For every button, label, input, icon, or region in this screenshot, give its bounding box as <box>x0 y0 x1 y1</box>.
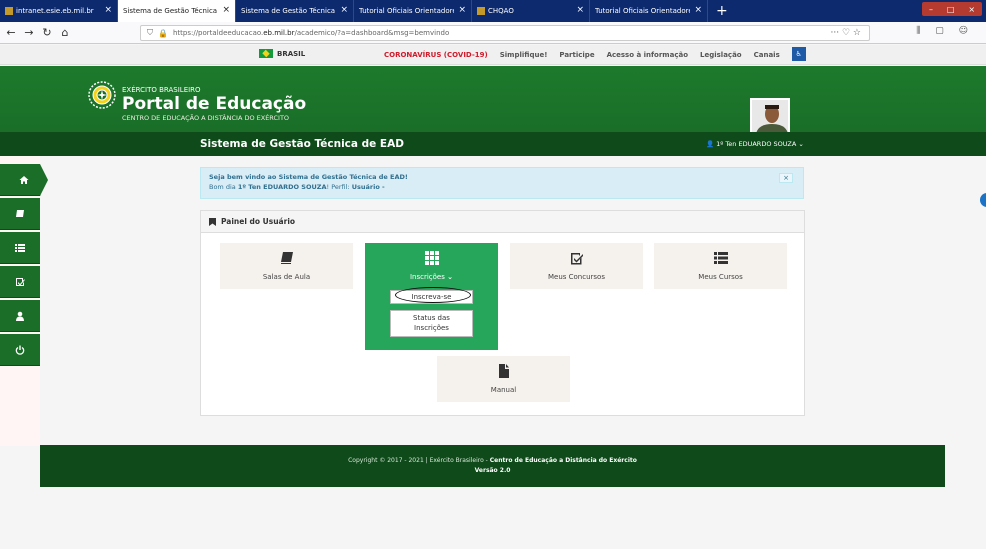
browser-tab-1[interactable]: intranet.esie.eb.mil.br × <box>0 0 118 22</box>
close-alert-button[interactable]: × <box>779 173 793 183</box>
home-icon <box>19 175 29 184</box>
url-bar[interactable]: ⛉ 🔒 https://portaldeeducacao. eb.mil.br/a… <box>140 25 870 41</box>
panel-title: Painel do Usuário <box>221 217 296 226</box>
favicon-icon <box>5 7 13 15</box>
file-icon <box>498 364 509 378</box>
avatar-photo <box>752 100 788 132</box>
page-actions-icon[interactable]: ··· ♡ ☆ <box>831 28 861 38</box>
shield-icon: ⛉ <box>147 28 153 37</box>
toolbar-icons[interactable]: ⫼ ▢ ☺ <box>916 26 974 36</box>
browser-tab-3[interactable]: Sistema de Gestão Técnica de EAD× <box>236 0 354 22</box>
footer: Copyright © 2017 - 2021 | Exército Brasi… <box>40 445 945 487</box>
list-icon <box>15 243 25 252</box>
close-icon[interactable]: × <box>694 5 702 15</box>
welcome-alert: Seja bem vindo ao Sistema de Gestão Técn… <box>200 167 804 199</box>
book-icon <box>16 209 24 218</box>
floating-help-button[interactable] <box>980 193 986 207</box>
sidebar-item-home[interactable] <box>0 164 48 196</box>
army-crest-icon <box>88 81 116 109</box>
minimize-icon[interactable]: – <box>929 5 933 14</box>
chevron-down-icon: ⌄ <box>798 140 804 148</box>
close-icon[interactable]: × <box>222 5 230 15</box>
forward-icon[interactable]: → <box>22 26 36 39</box>
sidebar <box>0 156 48 446</box>
system-title: Sistema de Gestão Técnica de EAD <box>200 138 404 150</box>
gov-bar: BRASIL CORONAVÍRUS (COVID-19) Simplifiqu… <box>0 45 986 65</box>
simplifique-link[interactable]: Simplifique! <box>500 51 548 61</box>
user-icon <box>16 311 24 321</box>
sidebar-item-concursos[interactable] <box>0 266 40 298</box>
bookmark-icon <box>209 217 216 226</box>
legislacao-link[interactable]: Legislação <box>700 51 742 61</box>
sidebar-item-sair[interactable] <box>0 334 40 366</box>
close-icon[interactable]: × <box>458 5 466 15</box>
canais-link[interactable]: Canais <box>754 51 780 61</box>
portal-subtitle: CENTRO DE EDUCAÇÃO A DISTÂNCIA DO EXÉRCI… <box>122 114 290 122</box>
browser-tab-4[interactable]: Tutorial Oficiais Orientadores - CHQ× <box>354 0 472 22</box>
user-panel: Painel do Usuário Salas de Aula Inscriçõ… <box>200 210 805 416</box>
checkbox-icon <box>570 253 583 265</box>
tile-meus-concursos[interactable]: Meus Concursos <box>510 243 643 289</box>
checkbox-icon <box>16 277 25 286</box>
list-icon <box>713 252 728 264</box>
sidebar-item-lista[interactable] <box>0 232 40 264</box>
user-avatar[interactable] <box>750 98 790 132</box>
grid-icon <box>424 251 439 265</box>
reload-icon[interactable]: ↻ <box>40 26 54 39</box>
brasil-link[interactable]: BRASIL <box>259 49 305 58</box>
browser-tab-5[interactable]: CHQAO × <box>472 0 590 22</box>
chevron-down-icon: ⌄ <box>447 273 453 281</box>
highlight-circle <box>395 287 471 303</box>
participe-link[interactable]: Participe <box>559 51 594 61</box>
book-icon <box>280 252 293 264</box>
close-icon[interactable]: × <box>576 5 584 15</box>
window-controls[interactable]: – □ × <box>922 2 982 16</box>
maximize-icon[interactable]: □ <box>947 5 955 14</box>
portal-title[interactable]: Portal de Educação <box>122 94 306 114</box>
user-menu[interactable]: 👤 1º Ten EDUARDO SOUZA ⌄ <box>706 140 804 148</box>
covid-link[interactable]: CORONAVÍRUS (COVID-19) <box>384 51 488 61</box>
tile-meus-cursos[interactable]: Meus Cursos <box>654 243 787 289</box>
home-icon[interactable]: ⌂ <box>58 26 72 39</box>
close-icon[interactable]: × <box>104 5 112 15</box>
favicon-icon <box>477 7 485 15</box>
sidebar-item-perfil[interactable] <box>0 300 40 332</box>
browser-tab-6[interactable]: Tutorial Oficiais Orientadores - CHQ× <box>590 0 708 22</box>
tile-manual[interactable]: Manual <box>437 356 570 402</box>
org-name: EXÉRCITO BRASILEIRO <box>122 86 201 94</box>
power-icon <box>15 345 25 355</box>
accessibility-icon[interactable]: ♿ <box>791 47 806 61</box>
brazil-flag-icon <box>259 49 273 58</box>
status-inscricoes-option[interactable]: Status das Inscrições <box>390 310 473 337</box>
browser-nav-bar: ← → ↻ ⌂ ⛉ 🔒 https://portaldeeducacao. eb.… <box>0 22 986 44</box>
back-icon[interactable]: ← <box>4 26 18 39</box>
lock-icon: 🔒 <box>158 28 168 38</box>
user-icon: 👤 <box>706 140 715 148</box>
new-tab-button[interactable]: + <box>708 0 736 22</box>
browser-tab-2[interactable]: Sistema de Gestão Técnica de EAD× <box>118 0 236 22</box>
system-bar: Sistema de Gestão Técnica de EAD 👤 1º Te… <box>0 132 986 156</box>
tile-inscricoes[interactable]: Inscrições ⌄ <box>365 243 498 289</box>
portal-header: EXÉRCITO BRASILEIRO Portal de Educação C… <box>0 66 986 132</box>
close-icon[interactable]: × <box>340 5 348 15</box>
tile-salas-de-aula[interactable]: Salas de Aula <box>220 243 353 289</box>
close-window-icon[interactable]: × <box>968 5 975 14</box>
sidebar-item-salas[interactable] <box>0 198 40 230</box>
browser-tab-bar: intranet.esie.eb.mil.br × Sistema de Gest… <box>0 0 986 22</box>
acesso-informacao-link[interactable]: Acesso à informação <box>607 51 688 61</box>
